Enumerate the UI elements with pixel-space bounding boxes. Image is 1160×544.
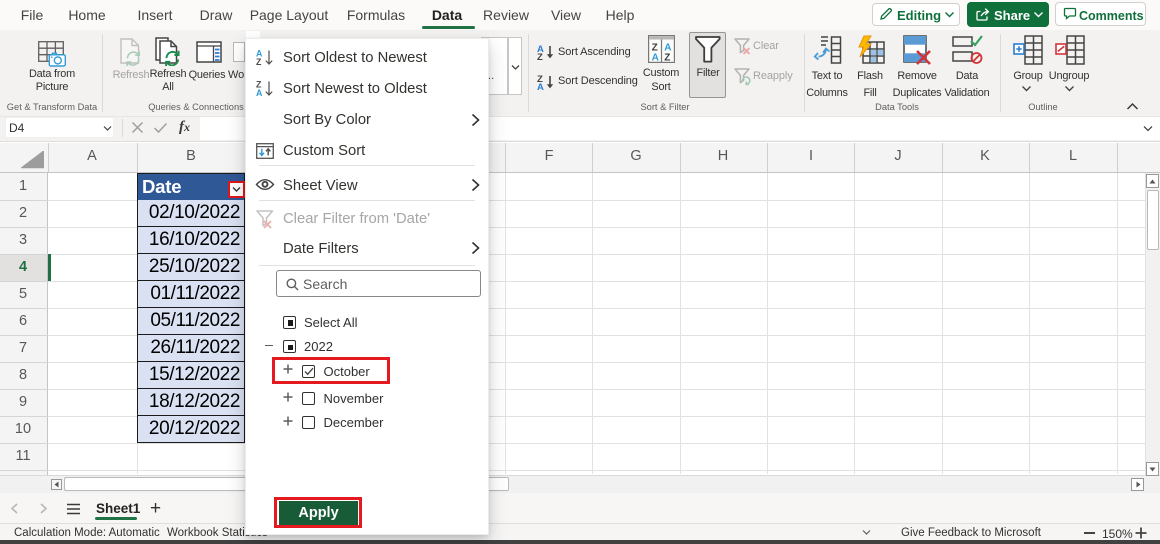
svg-text:Z: Z [256, 57, 262, 66]
svg-text:A: A [256, 88, 263, 97]
svg-text:A: A [537, 82, 544, 90]
svg-text:A: A [652, 53, 659, 64]
svg-text:Z: Z [537, 52, 543, 60]
svg-text:Z: Z [664, 53, 670, 64]
